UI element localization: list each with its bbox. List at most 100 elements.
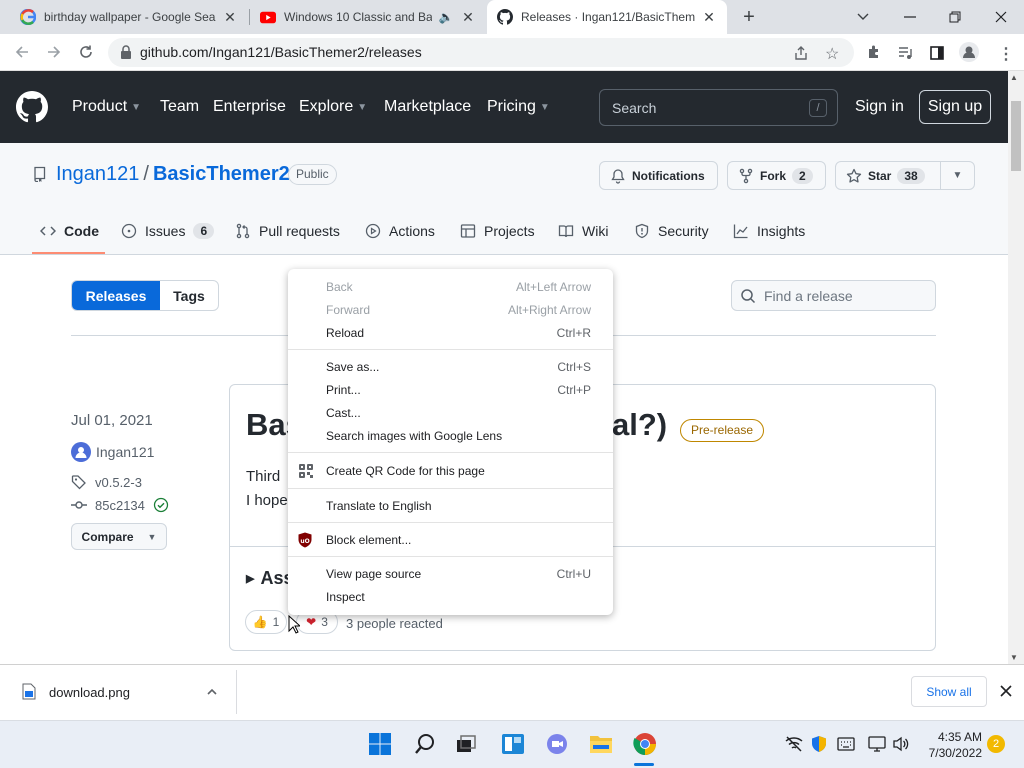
- menu-item-print[interactable]: Print... Ctrl+P: [288, 379, 613, 402]
- chevron-down-icon: ▼: [357, 101, 368, 113]
- network-off-icon[interactable]: [785, 736, 803, 752]
- close-tab-icon[interactable]: ✕: [222, 9, 238, 25]
- chrome-icon[interactable]: [633, 732, 657, 756]
- share-icon[interactable]: [793, 45, 809, 61]
- scrollbar-thumb[interactable]: [1011, 101, 1021, 171]
- menu-label: Inspect: [326, 590, 365, 604]
- close-window-icon[interactable]: [991, 8, 1011, 26]
- tab-pull-requests[interactable]: Pull requests: [235, 220, 340, 242]
- menu-item-save-as[interactable]: Save as... Ctrl+S: [288, 356, 613, 379]
- scroll-down-arrow-icon[interactable]: ▼: [1010, 653, 1018, 662]
- menu-item-reload[interactable]: Reload Ctrl+R: [288, 322, 613, 345]
- side-panel-icon[interactable]: [929, 45, 945, 61]
- assets-toggle[interactable]: ▶ Ass: [246, 568, 294, 589]
- forward-arrow-icon[interactable]: [41, 39, 67, 65]
- issue-icon: [121, 223, 137, 239]
- nav-product[interactable]: Product ▼: [72, 98, 141, 116]
- close-tab-icon[interactable]: ✕: [460, 9, 476, 25]
- menu-item-inspect[interactable]: Inspect: [288, 586, 613, 609]
- chevron-up-icon[interactable]: [204, 684, 220, 700]
- tab-search-chevron-icon[interactable]: [852, 8, 874, 26]
- nav-pricing[interactable]: Pricing ▼: [487, 98, 550, 116]
- minimize-window-icon[interactable]: [900, 8, 920, 26]
- url-text[interactable]: github.com/Ingan121/BasicThemer2/release…: [140, 44, 422, 60]
- notifications-button[interactable]: Notifications: [599, 161, 718, 190]
- file-explorer-icon[interactable]: [589, 733, 613, 755]
- menu-item-block-element[interactable]: uO Block element...: [288, 529, 613, 552]
- extensions-puzzle-icon[interactable]: [866, 44, 882, 60]
- browser-tab-google[interactable]: birthday wallpaper - Google Search ✕: [10, 0, 248, 34]
- menu-item-google-lens[interactable]: Search images with Google Lens: [288, 425, 613, 448]
- prerelease-badge: Pre-release: [680, 419, 765, 442]
- search-icon[interactable]: [414, 733, 436, 755]
- security-shield-icon[interactable]: [810, 735, 828, 753]
- tab-issues[interactable]: Issues 6: [121, 220, 215, 242]
- menu-item-qr-code[interactable]: Create QR Code for this page: [288, 460, 613, 483]
- star-button[interactable]: Star 38: [835, 161, 941, 190]
- lock-icon[interactable]: [120, 45, 132, 59]
- github-logo-icon[interactable]: [16, 91, 48, 123]
- menu-item-back[interactable]: Back Alt+Left Arrow: [288, 276, 613, 299]
- download-filename[interactable]: download.png: [49, 685, 130, 700]
- show-all-button[interactable]: Show all: [911, 676, 987, 707]
- triangle-right-icon: ▶: [246, 573, 255, 585]
- volume-icon[interactable]: [892, 736, 910, 752]
- tab-code[interactable]: Code: [40, 220, 99, 242]
- nav-enterprise[interactable]: Enterprise: [213, 98, 286, 116]
- tab-wiki[interactable]: Wiki: [558, 220, 608, 242]
- clock[interactable]: 4:35 AM 7/30/2022: [922, 729, 982, 761]
- star-list-dropdown[interactable]: ▼: [940, 161, 975, 190]
- tab-label: Wiki: [582, 223, 609, 239]
- repo-owner-link[interactable]: Ingan121: [56, 163, 139, 186]
- windows-start-icon[interactable]: [369, 733, 391, 755]
- menu-label: View page source: [326, 567, 422, 581]
- bookmark-star-icon[interactable]: ☆: [825, 44, 839, 64]
- menu-item-view-source[interactable]: View page source Ctrl+U: [288, 563, 613, 586]
- display-monitor-icon[interactable]: [868, 736, 886, 752]
- browser-tab-youtube[interactable]: Windows 10 Classic and Basic 🔈 ✕: [250, 0, 486, 34]
- tab-actions[interactable]: Actions: [365, 220, 435, 242]
- nav-explore[interactable]: Explore ▼: [299, 98, 367, 116]
- scroll-up-arrow-icon[interactable]: ▲: [1010, 73, 1018, 82]
- fork-button[interactable]: Fork 2: [727, 161, 826, 190]
- media-control-icon[interactable]: [897, 45, 913, 61]
- sign-up-button[interactable]: Sign up: [919, 90, 991, 124]
- tags-button[interactable]: Tags: [160, 281, 218, 310]
- task-view-icon[interactable]: [455, 734, 477, 754]
- notification-badge[interactable]: 2: [987, 735, 1005, 753]
- back-arrow-icon[interactable]: [9, 39, 35, 65]
- nav-team[interactable]: Team: [160, 98, 199, 116]
- close-icon[interactable]: [998, 683, 1014, 699]
- release-commit[interactable]: 85c2134: [71, 497, 169, 513]
- reaction-thumbs-up[interactable]: 👍 1: [245, 610, 287, 634]
- browser-tab-github[interactable]: Releases · Ingan121/BasicThemer2 ✕: [487, 0, 727, 34]
- release-title-right[interactable]: al?): [612, 407, 667, 443]
- nav-marketplace[interactable]: Marketplace: [384, 98, 471, 116]
- compare-button[interactable]: Compare ▼: [71, 523, 167, 550]
- tab-projects[interactable]: Projects: [460, 220, 535, 242]
- releases-button[interactable]: Releases: [72, 281, 160, 310]
- browser-menu-kebab-icon[interactable]: ⋮: [998, 44, 1014, 64]
- menu-item-cast[interactable]: Cast...: [288, 402, 613, 425]
- profile-avatar-icon[interactable]: [959, 42, 979, 62]
- keyboard-icon[interactable]: [837, 737, 855, 751]
- find-release-input[interactable]: Find a release: [731, 280, 936, 311]
- menu-item-forward[interactable]: Forward Alt+Right Arrow: [288, 299, 613, 322]
- github-search-input[interactable]: Search /: [599, 89, 838, 126]
- close-tab-icon[interactable]: ✕: [701, 9, 717, 25]
- release-tag[interactable]: v0.5.2-3: [71, 474, 142, 490]
- tab-security[interactable]: Security: [634, 220, 709, 242]
- menu-label: Print...: [326, 383, 361, 397]
- sign-in-link[interactable]: Sign in: [855, 98, 904, 116]
- speaker-icon[interactable]: 🔈: [438, 9, 454, 25]
- release-author[interactable]: Ingan121: [71, 442, 154, 462]
- repo-name-link[interactable]: BasicThemer2: [153, 163, 290, 186]
- menu-item-translate[interactable]: Translate to English: [288, 495, 613, 518]
- tab-insights[interactable]: Insights: [733, 220, 805, 242]
- widgets-icon[interactable]: [501, 733, 525, 755]
- restore-window-icon[interactable]: [945, 8, 965, 26]
- page-scrollbar[interactable]: ▲ ▼: [1008, 71, 1024, 664]
- reload-icon[interactable]: [73, 39, 99, 65]
- teams-chat-icon[interactable]: [545, 732, 569, 756]
- new-tab-button[interactable]: +: [738, 6, 760, 28]
